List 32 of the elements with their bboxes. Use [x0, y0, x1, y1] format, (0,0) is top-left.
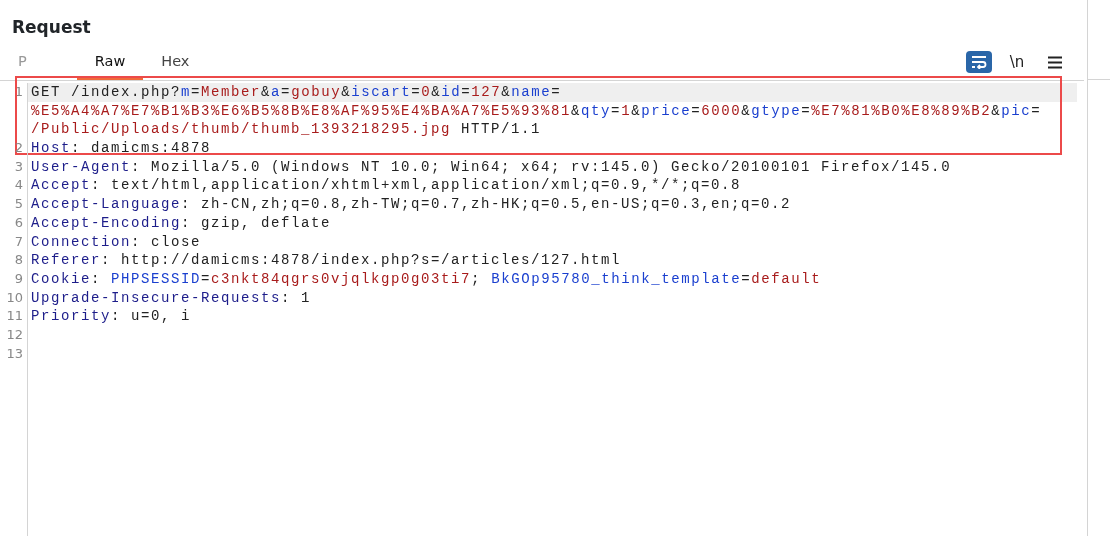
line-number: 13 — [5, 344, 24, 363]
line-number: 1 — [13, 83, 24, 101]
menu-icon — [1048, 55, 1062, 69]
code-line: GET /index.php?m=Member&a=gobuy&iscart=0&id=127&name= — [30, 83, 562, 102]
line-number: 5 — [13, 195, 24, 214]
line-number: 3 — [13, 157, 24, 176]
code-line: Referer: http://damicms:4878/index.php?s=/articles/127.html — [30, 251, 622, 270]
newline-toggle-button[interactable]: \n — [1004, 51, 1030, 73]
panel-title: Request — [11, 16, 92, 39]
line-number: 7 — [13, 232, 24, 251]
code-line: Accept-Language: zh-CN,zh;q=0.8,zh-TW;q=0.7,zh-HK;q=0.5,en-US;q=0.3,en;q=0.2 — [30, 195, 792, 214]
code-line: Cookie: PHPSESSID=c3nkt84qgrs0vjqlkgp0g03ti7; BkGOp95780_think_template=default — [30, 270, 822, 289]
code-line: User-Agent: Mozilla/5.0 (Windows NT 10.0; Win64; x64; rv:145.0) Gecko/20100101 Firefox/145.0 — [30, 157, 952, 177]
code-line: /Public/Uploads/thumb/thumb_1393218295.jpg HTTP/1.1 — [30, 120, 542, 140]
code-line: Accept-Encoding: gzip, deflate — [30, 213, 332, 233]
line-number: 8 — [13, 251, 24, 270]
code-line: Accept: text/html,application/xhtml+xml,application/xml;q=0.9,*/*;q=0.8 — [30, 176, 742, 196]
line-number: 12 — [5, 326, 24, 345]
line-number: 6 — [13, 213, 24, 232]
line-number: 4 — [13, 176, 24, 195]
code-line: Upgrade-Insecure-Requests: 1 — [30, 288, 312, 308]
tab[interactable]: Raw — [76, 44, 144, 80]
code-line: Host: damicms:4878 — [30, 139, 212, 158]
line-number: 11 — [5, 307, 24, 326]
tab[interactable]: Hex — [143, 44, 208, 80]
line-number: 10 — [5, 288, 24, 307]
code-line: Connection: close — [30, 232, 202, 252]
word-wrap-icon — [971, 55, 987, 69]
code-line: Priority: u=0, i — [30, 307, 192, 327]
code-line: %E5%A4%A7%E7%B1%B3%E6%B5%8B%E8%AF%95%E4%BA%A7%E5%93%81&qty=1&price=6000&gtype=%E7%81%B0%E8%89%B2&pic= — [30, 101, 1042, 121]
word-wrap-button[interactable] — [966, 51, 992, 73]
line-number: 9 — [13, 270, 24, 288]
